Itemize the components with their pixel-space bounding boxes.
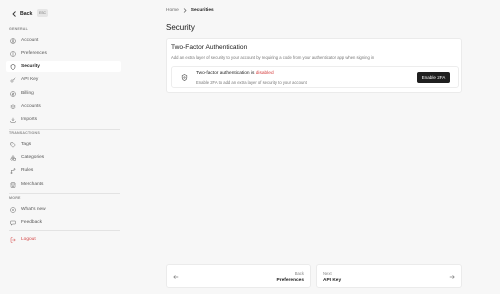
sidebar-item-label: Categories xyxy=(21,155,45,160)
sidebar-divider xyxy=(9,230,120,231)
chevron-right-icon xyxy=(183,8,187,13)
sparkle-icon xyxy=(10,206,16,213)
sidebar-item-label: Billing xyxy=(21,91,34,96)
shapes-icon xyxy=(10,154,16,160)
next-page-button[interactable]: Next API Key xyxy=(316,264,462,288)
previous-page-caption: Back xyxy=(294,271,304,276)
sidebar-item-label: Account xyxy=(21,38,39,43)
arrow-left-icon xyxy=(173,274,179,279)
previous-page-label: Preferences xyxy=(276,278,304,283)
next-page-caption: Next xyxy=(323,271,332,276)
sidebar-item-logout[interactable]: Logout xyxy=(6,234,121,245)
store-icon xyxy=(10,182,16,187)
sidebar-item-preferences[interactable]: Preferences xyxy=(6,48,121,59)
previous-page-button[interactable]: Back Preferences xyxy=(166,264,311,288)
two-factor-status: Two-factor authentication is disabled xyxy=(196,71,274,76)
two-factor-hint: Enable 2FA to add an extra layer of secu… xyxy=(196,79,307,85)
sidebar-item-label: Accounts xyxy=(21,104,41,109)
sidebar-item-imports[interactable]: Imports xyxy=(6,114,121,125)
sidebar-item-account[interactable]: Account xyxy=(6,35,121,46)
sidebar-item-label: Tags xyxy=(21,142,32,147)
sidebar-divider xyxy=(9,129,120,130)
page-title: Security xyxy=(166,23,195,32)
two-factor-title: Two-Factor Authentication xyxy=(171,44,248,51)
esc-badge: ESC xyxy=(37,9,48,17)
sidebar-item-label: Preferences xyxy=(21,51,47,56)
sidebar-item-tags[interactable]: Tags xyxy=(6,139,121,150)
section-title-transactions: TRANSACTIONS xyxy=(9,131,40,135)
sidebar-item-label: Rules xyxy=(21,168,34,173)
two-factor-card: Two-Factor Authentication Add an extra l… xyxy=(166,38,462,93)
sidebar-item-security[interactable]: Security xyxy=(6,61,121,72)
sidebar-divider xyxy=(9,193,120,194)
credit-card-icon xyxy=(10,90,16,97)
sidebar-item-accounts[interactable]: Accounts xyxy=(6,101,121,112)
sidebar-item-label: API Key xyxy=(21,77,39,82)
back-row: Back xyxy=(12,9,32,18)
tag-icon xyxy=(10,142,16,148)
breadcrumb-current: Securities xyxy=(190,8,214,13)
download-icon xyxy=(10,117,16,122)
sidebar-item-label: Merchants xyxy=(21,182,44,187)
section-title-general: GENERAL xyxy=(9,27,28,31)
sidebar-item-label: Logout xyxy=(21,237,36,242)
two-factor-status-panel: Two-factor authentication is disabled En… xyxy=(171,66,459,88)
sidebar-item-label: Security xyxy=(21,64,40,69)
sidebar-item-whats-new[interactable]: What's new xyxy=(6,204,121,215)
enable-2fa-button[interactable]: Enable 2FA xyxy=(417,71,450,83)
arrow-right-icon xyxy=(449,274,455,279)
key-icon xyxy=(10,77,16,82)
two-factor-status-value: disabled xyxy=(255,71,274,76)
layers-icon xyxy=(10,103,16,109)
sidebar: Back ESC GENERAL Account Preferences Sec… xyxy=(0,0,125,294)
logout-icon xyxy=(10,237,16,242)
shield-icon xyxy=(10,63,16,70)
chevron-left-icon xyxy=(12,10,16,17)
sidebar-item-merchants[interactable]: Merchants xyxy=(6,179,121,190)
sidebar-item-api-key[interactable]: API Key xyxy=(6,74,121,85)
section-title-more: MORE xyxy=(9,196,21,200)
next-page-label: API Key xyxy=(323,278,342,283)
breadcrumb-home[interactable]: Home xyxy=(166,8,179,13)
git-branch-icon xyxy=(10,167,16,174)
message-icon xyxy=(10,220,16,226)
sidebar-item-billing[interactable]: Billing xyxy=(6,88,121,99)
sidebar-item-label: Imports xyxy=(21,117,37,122)
two-factor-description: Add an extra layer of security to your a… xyxy=(171,55,375,60)
shield-icon xyxy=(181,74,188,81)
sidebar-item-label: What's new xyxy=(21,207,46,212)
sidebar-item-categories[interactable]: Categories xyxy=(6,152,121,163)
sidebar-item-rules[interactable]: Rules xyxy=(6,165,121,176)
sidebar-item-label: Feedback xyxy=(21,220,43,225)
user-circle-icon xyxy=(10,37,16,44)
sidebar-item-feedback[interactable]: Feedback xyxy=(6,217,121,228)
two-factor-status-prefix: Two-factor authentication is xyxy=(196,71,255,76)
back-button[interactable]: Back xyxy=(12,11,32,17)
breadcrumb: Home Securities xyxy=(166,8,214,13)
sliders-icon xyxy=(10,50,16,57)
back-label: Back xyxy=(20,10,33,17)
